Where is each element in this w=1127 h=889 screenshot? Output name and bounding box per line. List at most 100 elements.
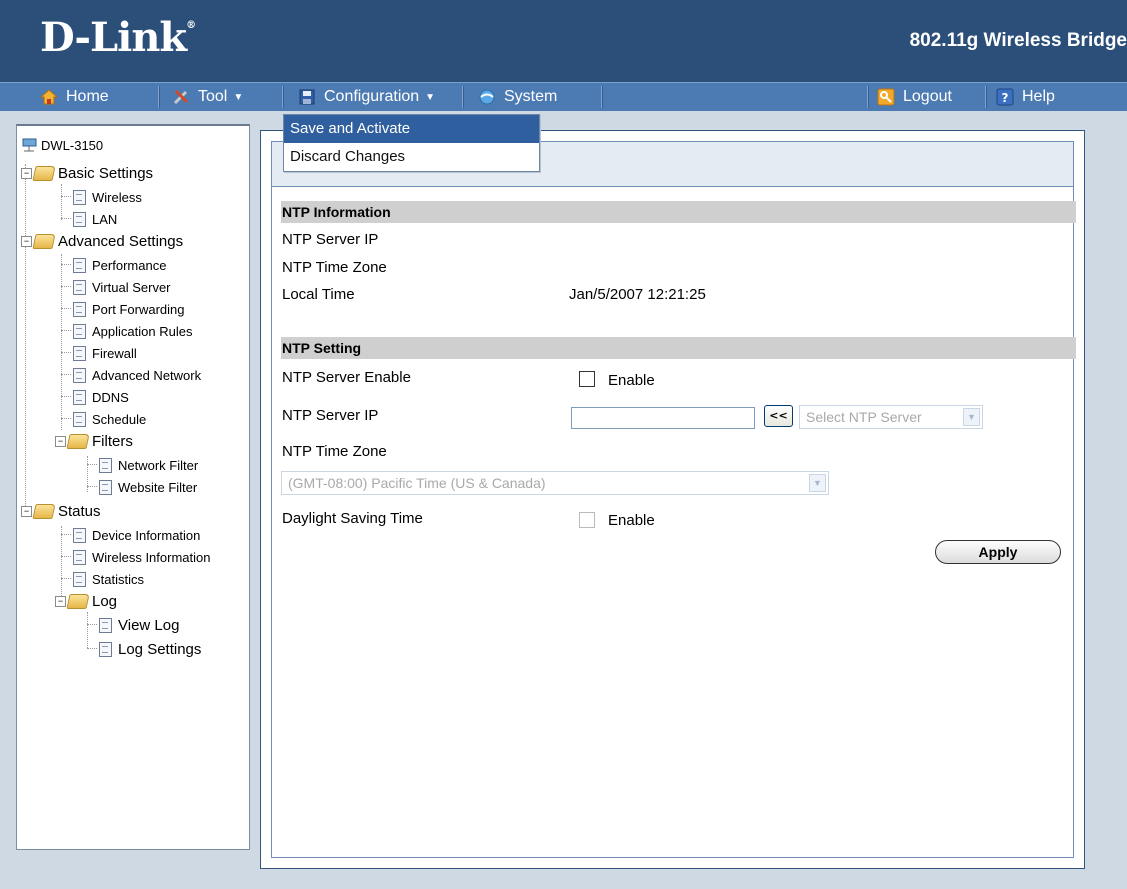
- page-icon: [99, 457, 112, 473]
- configuration-dropdown: Save and Activate Discard Changes: [283, 114, 540, 172]
- tree-root-device[interactable]: DWL-3150: [21, 134, 103, 156]
- tree-connector: [61, 352, 71, 354]
- sidebar-item-wireless[interactable]: Wireless: [61, 186, 142, 208]
- tree-connector: [61, 308, 71, 310]
- svg-text:?: ?: [1002, 91, 1009, 105]
- sidebar-item-network-filter[interactable]: Network Filter: [87, 454, 198, 476]
- sidebar-item-application-rules[interactable]: Application Rules: [61, 320, 192, 342]
- menu-configuration[interactable]: Configuration ▼: [298, 83, 435, 111]
- menu-system[interactable]: System: [478, 83, 557, 111]
- tree-connector: [61, 286, 71, 288]
- tree-connector: [87, 464, 97, 466]
- device-icon: [22, 138, 37, 152]
- chevron-down-icon: ▼: [809, 474, 826, 492]
- tree-connector: [61, 330, 71, 332]
- tree-connector: [61, 396, 71, 398]
- ntp-server-enable-label: NTP Server Enable: [282, 369, 411, 386]
- collapse-icon[interactable]: −: [55, 435, 66, 447]
- copy-ntp-server-button[interactable]: <<: [764, 405, 793, 427]
- tools-icon: [173, 89, 189, 105]
- ntp-time-zone-info-label: NTP Time Zone: [282, 259, 387, 276]
- sidebar-item-wireless-information[interactable]: Wireless Information: [61, 546, 210, 568]
- page-icon: [73, 411, 86, 427]
- sidebar-item-ddns[interactable]: DDNS: [61, 386, 129, 408]
- daylight-saving-enable-text: Enable: [608, 512, 655, 529]
- home-icon: [40, 89, 58, 105]
- ntp-server-ip-info-label: NTP Server IP: [282, 231, 379, 248]
- page-icon: [73, 367, 86, 383]
- sidebar-item-port-forwarding[interactable]: Port Forwarding: [61, 298, 184, 320]
- tree-connector: [61, 264, 71, 266]
- sidebar-item-view-log[interactable]: View Log: [87, 614, 179, 636]
- tree-folder-advanced-settings[interactable]: − Advanced Settings: [21, 230, 183, 252]
- sidebar-item-website-filter[interactable]: Website Filter: [87, 476, 197, 498]
- ntp-information-heading: NTP Information: [281, 201, 1076, 223]
- sidebar-item-statistics[interactable]: Statistics: [61, 568, 144, 590]
- tree-connector: [87, 648, 97, 650]
- ntp-server-select[interactable]: Select NTP Server ▼: [799, 405, 983, 429]
- menu-tool[interactable]: Tool ▼: [172, 83, 243, 111]
- chevron-down-icon: ▼: [233, 91, 244, 103]
- ntp-server-ip-label: NTP Server IP: [282, 407, 379, 424]
- system-icon: [479, 89, 495, 105]
- folder-open-icon: [32, 165, 56, 181]
- sidebar-item-log-settings[interactable]: Log Settings: [87, 638, 201, 660]
- menu-home[interactable]: Home: [40, 83, 109, 111]
- menu-item-discard-changes[interactable]: Discard Changes: [284, 143, 539, 171]
- daylight-saving-checkbox[interactable]: [579, 512, 595, 528]
- collapse-icon[interactable]: −: [21, 505, 32, 517]
- sidebar-item-schedule[interactable]: Schedule: [61, 408, 146, 430]
- menu-separator: [158, 86, 160, 108]
- daylight-saving-label: Daylight Saving Time: [282, 510, 423, 527]
- tree-folder-basic-settings[interactable]: − Basic Settings: [21, 162, 153, 184]
- collapse-icon[interactable]: −: [21, 235, 32, 247]
- page-icon: [73, 279, 86, 295]
- sidebar-item-lan[interactable]: LAN: [61, 208, 117, 230]
- collapse-icon[interactable]: −: [55, 595, 66, 607]
- floppy-disk-icon: [299, 89, 315, 105]
- tree-connector: [61, 196, 71, 198]
- sidebar-item-performance[interactable]: Performance: [61, 254, 166, 276]
- page-icon: [73, 571, 86, 587]
- collapse-icon[interactable]: −: [21, 167, 32, 179]
- help-icon: ?: [996, 88, 1014, 106]
- ntp-setting-heading: NTP Setting: [281, 337, 1076, 359]
- local-time-label: Local Time: [282, 286, 355, 303]
- ntp-time-zone-select[interactable]: (GMT-08:00) Pacific Time (US & Canada) ▼: [281, 471, 829, 495]
- folder-open-icon: [32, 503, 56, 519]
- tree-folder-status[interactable]: − Status: [21, 500, 101, 522]
- tree-connector: [87, 486, 97, 488]
- apply-button[interactable]: Apply: [935, 540, 1061, 564]
- menu-help[interactable]: ? Help: [996, 83, 1055, 111]
- menu-separator: [867, 86, 869, 108]
- menu-separator: [601, 86, 603, 108]
- tree-folder-filters[interactable]: − Filters: [55, 430, 133, 452]
- key-icon: [877, 88, 895, 106]
- chevron-down-icon: ▼: [963, 408, 980, 426]
- ntp-server-ip-input[interactable]: [571, 407, 755, 429]
- menu-separator: [462, 86, 464, 108]
- tree-folder-log[interactable]: − Log: [55, 590, 117, 612]
- page-icon: [73, 389, 86, 405]
- menu-logout[interactable]: Logout: [877, 83, 952, 111]
- dlink-logo: D-Link®: [40, 14, 196, 61]
- local-time-value: Jan/5/2007 12:21:25: [569, 286, 706, 303]
- sidebar-item-advanced-network[interactable]: Advanced Network: [61, 364, 201, 386]
- page-icon: [73, 527, 86, 543]
- tree-connector: [61, 418, 71, 420]
- tree-line: [25, 164, 26, 512]
- header-bar: D-Link® 802.11g Wireless Bridge: [0, 0, 1127, 82]
- page-icon: [73, 211, 86, 227]
- tree-connector: [61, 218, 71, 220]
- page-icon: [99, 617, 112, 633]
- sidebar-tree: DWL-3150 − Basic Settings Wireless LAN −…: [16, 124, 250, 850]
- sidebar-item-device-information[interactable]: Device Information: [61, 524, 200, 546]
- tree-connector: [61, 534, 71, 536]
- menu-item-save-and-activate[interactable]: Save and Activate: [284, 115, 539, 143]
- ntp-server-enable-checkbox[interactable]: [579, 371, 595, 387]
- sidebar-item-firewall[interactable]: Firewall: [61, 342, 137, 364]
- tree-connector: [87, 624, 97, 626]
- tree-connector: [61, 374, 71, 376]
- sidebar-item-virtual-server[interactable]: Virtual Server: [61, 276, 171, 298]
- page-icon: [99, 479, 112, 495]
